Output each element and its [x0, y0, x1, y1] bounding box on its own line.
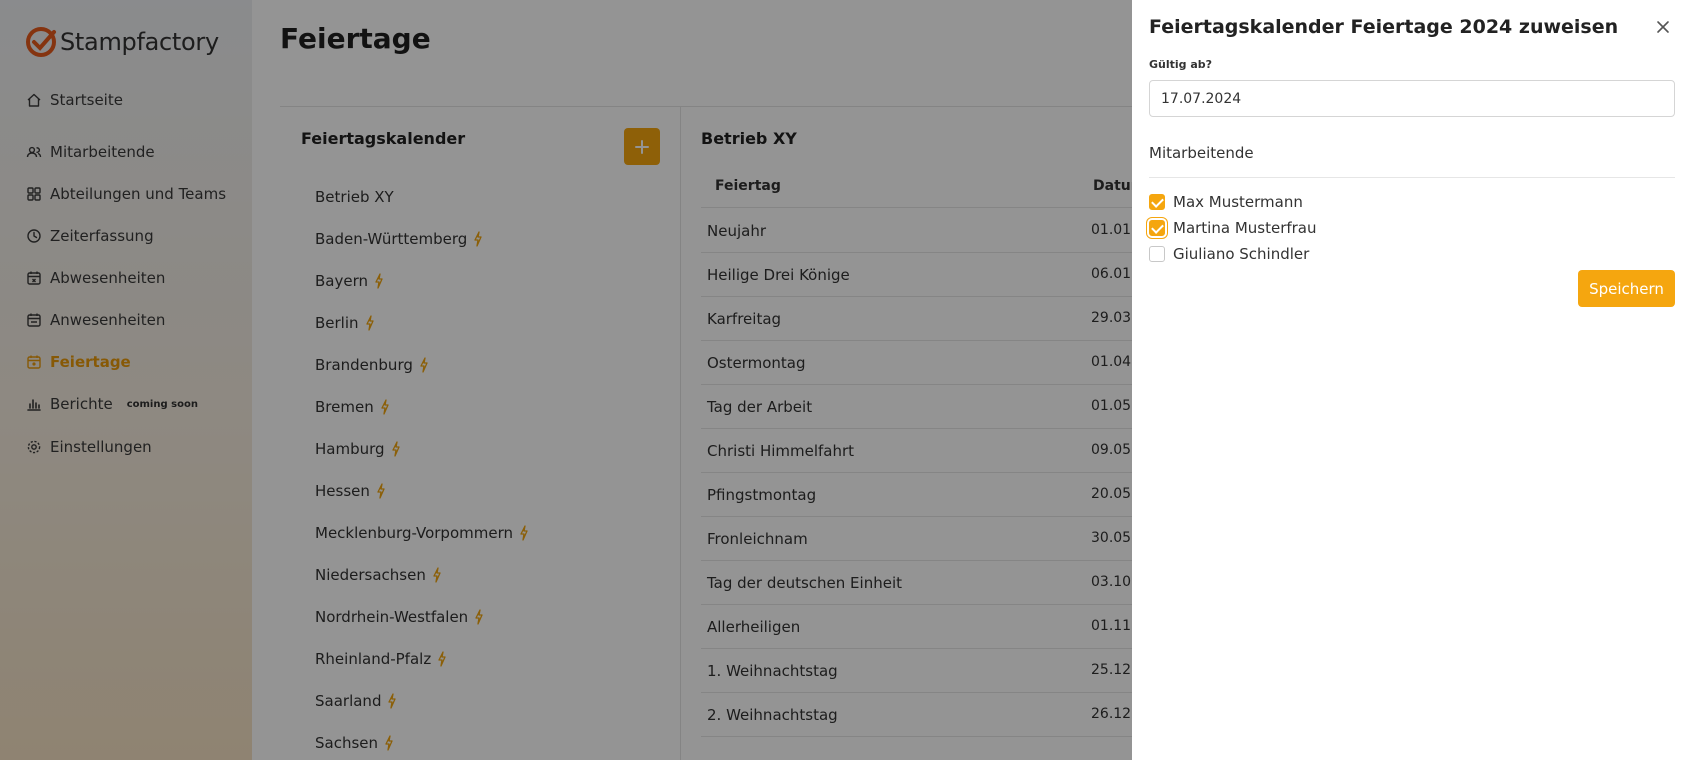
valid-from-input[interactable] [1149, 80, 1675, 117]
employees-label: Mitarbeitende [1149, 144, 1254, 162]
employee-checkbox[interactable] [1149, 220, 1165, 236]
close-icon[interactable] [1654, 18, 1672, 36]
drawer-title: Feiertagskalender Feiertage 2024 zuweise… [1149, 16, 1619, 38]
employee-name: Max Mustermann [1173, 193, 1303, 211]
valid-from-label: Gültig ab? [1149, 58, 1213, 71]
employee-checkbox-row[interactable]: Martina Musterfrau [1149, 219, 1317, 237]
modal-backdrop[interactable] [0, 0, 1132, 760]
employee-checkbox-row[interactable]: Max Mustermann [1149, 193, 1303, 211]
employee-checkbox[interactable] [1149, 194, 1165, 210]
employee-checkbox-row[interactable]: Giuliano Schindler [1149, 245, 1309, 263]
assign-drawer: Feiertagskalender Feiertage 2024 zuweise… [1132, 0, 1688, 760]
save-button[interactable]: Speichern [1578, 270, 1675, 307]
employee-checkbox[interactable] [1149, 246, 1165, 262]
divider [1149, 177, 1675, 178]
employee-name: Martina Musterfrau [1173, 219, 1317, 237]
employee-name: Giuliano Schindler [1173, 245, 1310, 263]
